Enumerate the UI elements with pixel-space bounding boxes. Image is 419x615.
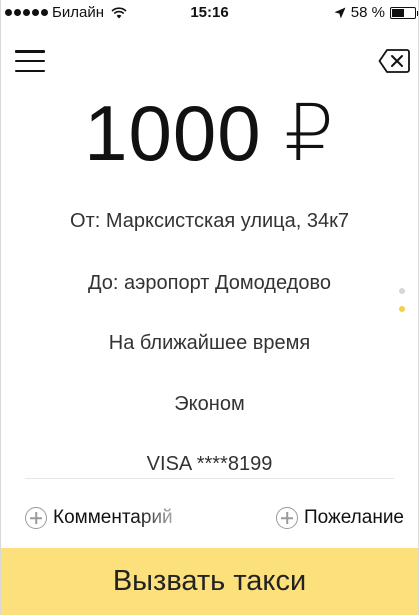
battery-percent: 58 % <box>350 4 385 21</box>
battery-icon <box>390 6 418 19</box>
hamburger-menu-icon[interactable] <box>15 50 45 72</box>
add-comment-button[interactable]: Комментарий <box>25 507 193 529</box>
divider <box>25 478 394 479</box>
comment-label: Комментарий <box>53 507 173 528</box>
battery-level <box>392 8 404 17</box>
destination-address[interactable]: До: аэропорт Домодедово <box>1 272 418 295</box>
wish-label: Пожелание <box>304 507 404 528</box>
location-arrow-icon <box>334 7 346 18</box>
order-price: 1000 ₽ <box>84 89 335 177</box>
status-right: 58 % <box>334 4 418 21</box>
page-dot <box>399 288 405 294</box>
page-dot-active <box>399 306 405 312</box>
plus-circle-icon <box>276 507 299 529</box>
status-bar: Билайн 15:16 58 % <box>1 0 418 26</box>
page-indicator <box>399 288 405 312</box>
pickup-address[interactable]: От: Марксистская улица, 34к7 <box>1 210 418 233</box>
add-wish-button[interactable]: Пожелание <box>276 507 404 529</box>
call-taxi-button[interactable]: Вызвать такси <box>1 548 418 615</box>
payment-method[interactable]: VISA ****8199 <box>1 453 418 476</box>
order-options: Комментарий Пожелание <box>25 500 404 536</box>
pickup-time[interactable]: На ближайшее время <box>1 332 418 355</box>
tariff-selector[interactable]: Эконом <box>1 393 418 416</box>
backspace-icon[interactable] <box>378 48 410 74</box>
plus-circle-icon <box>25 507 47 529</box>
app-screen: Билайн 15:16 58 % 1000 ₽ От: Марксистска… <box>0 0 419 615</box>
